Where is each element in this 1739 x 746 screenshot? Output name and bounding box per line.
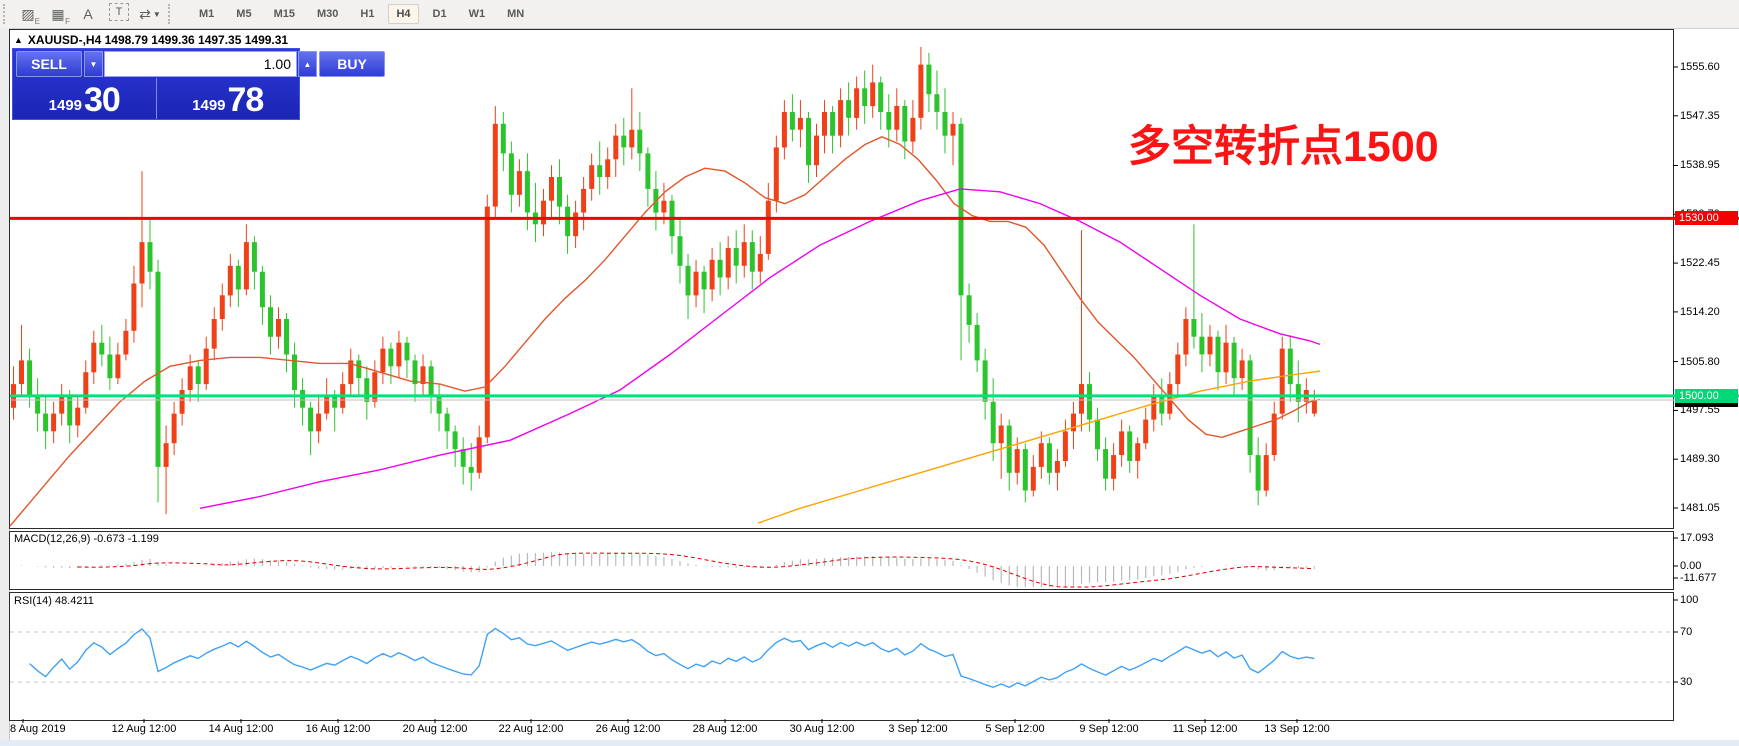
time-axis-label: 20 Aug 12:00 [403,723,468,735]
mt4-window: ▨E▦FAT⇄▼ M1M5M15M30H1H4D1W1MN ▲ XAUUSD-,… [0,0,1739,746]
time-axis-label: 13 Sep 12:00 [1264,723,1329,735]
macd-axis-label: -11.677 [1680,572,1717,584]
symbol-ohlc-text: XAUUSD-,H4 1498.79 1499.36 1497.35 1499.… [28,33,288,47]
time-axis-label: 9 Sep 12:00 [1079,723,1138,735]
time-axis-label: 8 Aug 2019 [10,723,66,735]
price-axis-label: 1505.80 [1680,356,1720,368]
sell-button[interactable]: SELL [16,51,82,77]
time-axis-label: 30 Aug 12:00 [790,723,855,735]
time-axis-label: 11 Sep 12:00 [1173,723,1238,735]
time-axis-label: 22 Aug 12:00 [499,723,564,735]
volume-increase-button[interactable]: ▲ [298,51,317,77]
price-axis-label: 1547.35 [1680,110,1720,122]
buy-button[interactable]: BUY [319,51,385,77]
sell-price-big: 30 [84,84,120,116]
macd-histogram [14,552,1315,587]
macd-label: MACD(12,26,9) -0.673 -1.199 [14,533,159,545]
buy-price-big: 78 [228,84,264,116]
time-axis-label: 3 Sep 12:00 [888,723,947,735]
rsi-axis-label: 70 [1680,626,1692,638]
ma-fast-line [10,137,1320,526]
symbol-info-line: ▲ XAUUSD-,H4 1498.79 1499.36 1497.35 149… [14,33,288,47]
buy-price-small: 1499 [192,96,225,116]
one-click-panel-toggle-icon[interactable]: ▲ [14,35,23,45]
volume-decrease-button[interactable]: ▼ [84,51,103,77]
time-axis-label: 16 Aug 12:00 [306,723,371,735]
buy-price-display[interactable]: 1499 78 [157,78,300,119]
rsi-axis-label: 100 [1680,594,1698,606]
price-axis-label: 1522.45 [1680,257,1720,269]
volume-input[interactable] [104,51,297,77]
price-axis-label: 1481.05 [1680,502,1720,514]
rsi-axis-label: 30 [1680,676,1692,688]
price-tag-1500.00: 1500.00 [1675,389,1738,403]
macd-signal-line [78,553,1315,587]
sell-price-small: 1499 [49,96,82,116]
price-axis-label: 1514.20 [1680,306,1720,318]
volume-stepper: ▼ ▲ [84,51,317,77]
time-axis-label: 28 Aug 12:00 [693,723,758,735]
time-axis-label: 12 Aug 12:00 [112,723,177,735]
rsi-line [30,629,1315,688]
macd-axis-label: 0.00 [1680,560,1701,572]
price-tag-1530.00: 1530.00 [1675,211,1738,225]
macd-axis-label: 17.093 [1680,532,1714,544]
price-axis-label: 1489.30 [1680,453,1720,465]
price-axis-label: 1555.60 [1680,61,1720,73]
rsi-label: RSI(14) 48.4211 [14,595,94,607]
chart-text-annotation: 多空转折点1500 [1128,112,1439,174]
sell-price-display[interactable]: 1499 30 [13,78,157,119]
one-click-trade-panel: SELL ▼ ▲ BUY 1499 30 1499 78 [12,48,300,120]
time-axis-label: 5 Sep 12:00 [985,723,1044,735]
time-axis-label: 14 Aug 12:00 [209,723,274,735]
price-axis-label: 1538.95 [1680,159,1720,171]
time-axis-label: 26 Aug 12:00 [596,723,661,735]
